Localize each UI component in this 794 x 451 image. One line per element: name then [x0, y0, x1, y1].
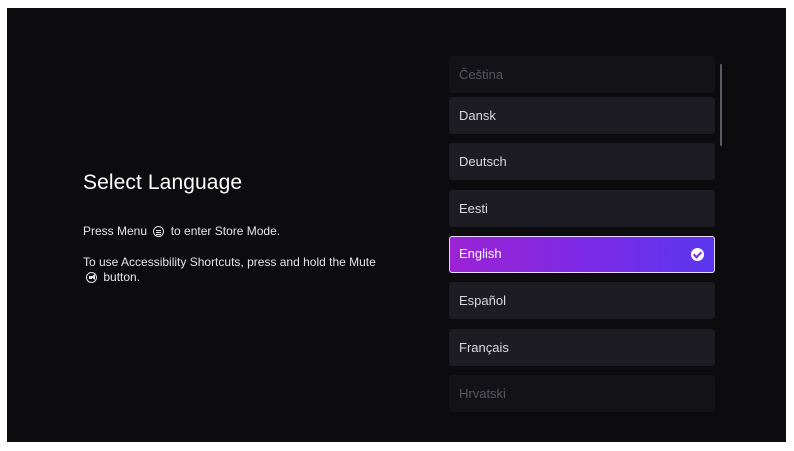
language-label: Dansk	[459, 108, 496, 123]
language-item-hrvatski[interactable]: Hrvatski	[449, 375, 715, 412]
tv-screen: Select Language Press Menu to enter Stor…	[7, 8, 786, 442]
language-label: Deutsch	[459, 154, 507, 169]
language-item-francais[interactable]: Français	[449, 329, 715, 366]
language-list[interactable]: Čeština Dansk Deutsch Eesti English Espa…	[449, 56, 717, 412]
store-mode-hint: Press Menu to enter Store Mode.	[83, 224, 280, 239]
language-label: Hrvatski	[459, 386, 506, 401]
accessibility-hint-text-before: To use Accessibility Shortcuts, press an…	[83, 255, 376, 269]
language-item-cestina[interactable]: Čeština	[449, 56, 715, 93]
language-label: Français	[459, 340, 509, 355]
mute-button-icon	[86, 272, 97, 283]
language-label: Čeština	[459, 67, 504, 82]
info-pane: Select Language Press Menu to enter Stor…	[83, 170, 413, 284]
language-item-english[interactable]: English	[449, 236, 715, 273]
menu-button-icon	[153, 226, 165, 237]
accessibility-hint: To use Accessibility Shortcuts, press an…	[83, 255, 393, 285]
language-label: Español	[459, 293, 506, 308]
language-item-eesti[interactable]: Eesti	[449, 190, 715, 227]
scrollbar[interactable]	[720, 64, 722, 146]
store-mode-hint-text-before: Press Menu	[83, 224, 148, 238]
language-label: Eesti	[459, 201, 488, 216]
check-circle-icon	[691, 248, 704, 261]
language-item-dansk[interactable]: Dansk	[449, 97, 715, 134]
accessibility-hint-text-after: button.	[103, 270, 141, 284]
language-item-espanol[interactable]: Español	[449, 282, 715, 319]
store-mode-hint-text-after: to enter Store Mode.	[170, 224, 281, 238]
page-title: Select Language	[83, 171, 243, 194]
language-item-deutsch[interactable]: Deutsch	[449, 143, 715, 180]
language-label: English	[459, 246, 502, 261]
